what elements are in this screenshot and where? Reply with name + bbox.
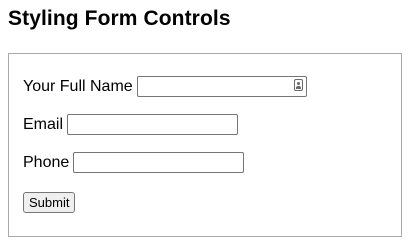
phone-input[interactable]	[73, 152, 245, 173]
page: Styling Form Controls Your Full Name Ema…	[0, 0, 412, 246]
email-row: Email	[23, 114, 239, 135]
phone-label: Phone	[23, 153, 70, 171]
contact-form: Your Full Name Email Phone Submit	[8, 53, 402, 237]
submit-button[interactable]: Submit	[23, 192, 76, 213]
full-name-field-wrap	[136, 76, 307, 97]
email-label: Email	[23, 115, 64, 133]
page-title: Styling Form Controls	[8, 7, 231, 30]
email-input[interactable]	[67, 114, 239, 135]
full-name-input[interactable]	[136, 76, 307, 97]
phone-row: Phone	[23, 152, 245, 173]
full-name-row: Your Full Name	[23, 76, 307, 97]
contact-autofill-icon[interactable]	[293, 79, 303, 91]
full-name-label: Your Full Name	[23, 77, 133, 95]
